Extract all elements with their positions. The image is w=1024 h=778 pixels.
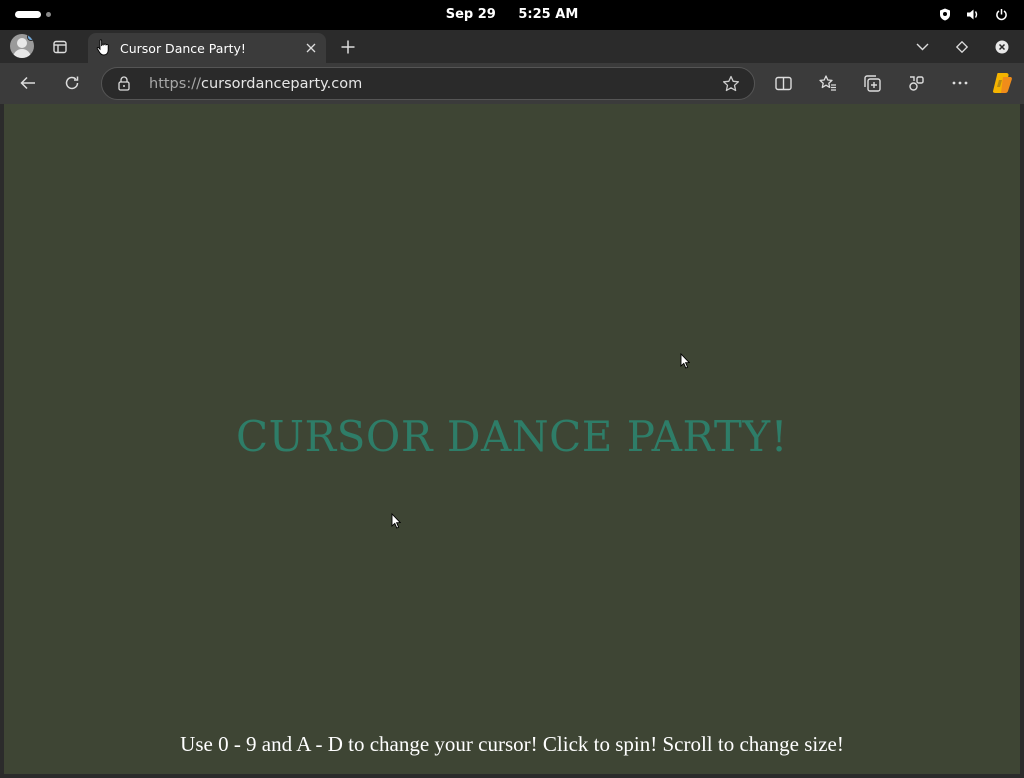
mouse-cursor-arrow	[391, 513, 401, 529]
system-tray[interactable]	[938, 7, 1008, 21]
hand-cursor-icon	[96, 39, 110, 56]
tab-strip: Cursor Dance Party!	[0, 30, 1024, 63]
refresh-icon[interactable]	[61, 72, 83, 94]
clock-time: 5:25 AM	[518, 7, 579, 22]
close-tab-icon[interactable]	[304, 41, 318, 55]
copilot-icon[interactable]	[990, 71, 1014, 95]
clock-date: Sep 29	[445, 7, 496, 22]
favorites-icon[interactable]	[817, 72, 839, 94]
url-domain: cursordanceparty.com	[200, 76, 363, 92]
split-screen-icon[interactable]	[772, 72, 794, 94]
power-icon[interactable]	[994, 7, 1008, 21]
address-bar[interactable]: https://cursordanceparty.com	[101, 67, 755, 100]
new-tab-icon[interactable]	[338, 37, 358, 57]
extensions-icon[interactable]	[905, 72, 927, 94]
url-protocol: https://	[149, 76, 201, 92]
diamond-icon[interactable]	[952, 37, 972, 57]
lock-icon[interactable]	[118, 76, 130, 91]
system-top-bar: Sep 29 5:25 AM	[0, 0, 1024, 30]
collections-icon[interactable]	[861, 72, 883, 94]
tab-title: Cursor Dance Party!	[120, 41, 246, 56]
back-icon[interactable]	[17, 72, 39, 94]
profile-avatar[interactable]	[10, 34, 34, 58]
tab-cursor-dance-party[interactable]: Cursor Dance Party!	[88, 33, 326, 63]
clock[interactable]: Sep 29 5:25 AM	[0, 7, 1024, 22]
volume-icon[interactable]	[966, 7, 980, 21]
page-title: CURSOR DANCE PARTY!	[236, 412, 788, 461]
favorite-star-icon[interactable]	[722, 75, 740, 93]
page-content[interactable]: CURSOR DANCE PARTY! Use 0 - 9 and A - D …	[4, 104, 1020, 774]
close-window-icon[interactable]	[992, 37, 1012, 57]
browser-toolbar: https://cursordanceparty.com	[0, 63, 1024, 104]
url-text[interactable]: https://cursordanceparty.com	[149, 76, 362, 92]
more-icon[interactable]	[949, 72, 971, 94]
instructions-text: Use 0 - 9 and A - D to change your curso…	[180, 732, 844, 756]
shield-icon[interactable]	[938, 7, 952, 21]
tab-actions-icon[interactable]	[50, 37, 70, 57]
dancing-cursor-arrow	[680, 353, 690, 369]
tab-list-chevron-down-icon[interactable]	[912, 37, 932, 57]
